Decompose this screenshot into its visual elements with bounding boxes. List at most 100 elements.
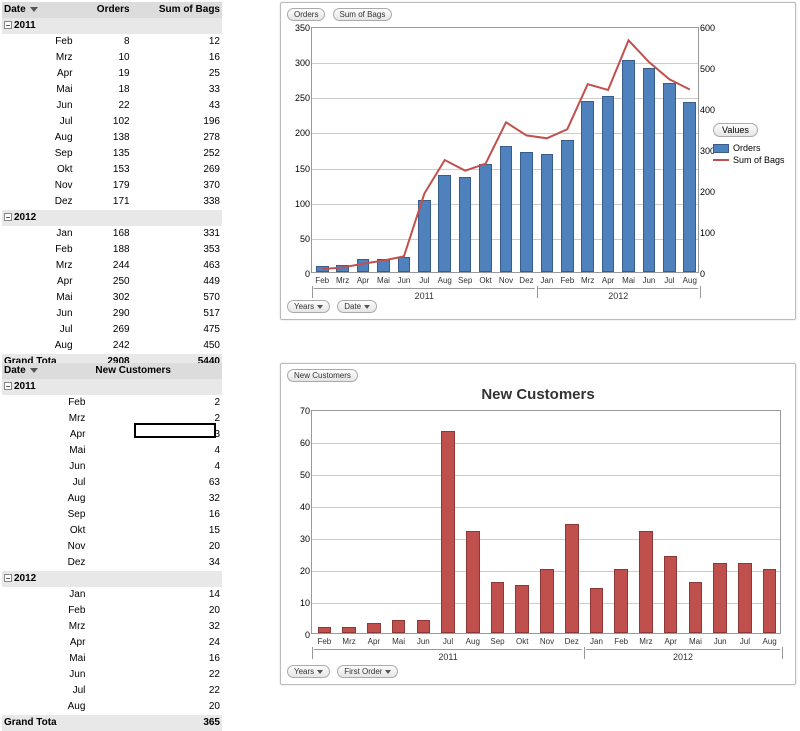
bar: [441, 431, 455, 633]
chart1-top-buttons: Orders Sum of Bags: [285, 5, 394, 24]
bar: [590, 588, 604, 633]
chart-orders: Orders Sum of Bags 050100150200250300350…: [280, 2, 796, 320]
bar: [689, 582, 703, 633]
table-row[interactable]: Jan168331: [2, 226, 222, 242]
bar: [417, 620, 431, 633]
bar: [713, 563, 727, 633]
legend-label-orders: Orders: [733, 143, 761, 153]
table-row[interactable]: Jun22: [2, 667, 222, 683]
filter-button-years[interactable]: Years: [287, 300, 330, 313]
chart1-legend: Values Orders Sum of Bags: [713, 123, 789, 167]
collapse-icon[interactable]: −: [4, 213, 12, 221]
bar: [540, 569, 554, 633]
legend-header[interactable]: Values: [713, 123, 758, 137]
table-row[interactable]: Mai302570: [2, 290, 222, 306]
chart2-top-buttons: New Customers: [285, 366, 360, 385]
selected-cell[interactable]: [134, 423, 216, 438]
table-row[interactable]: Aug32: [2, 491, 222, 507]
table-row[interactable]: Aug138278: [2, 130, 222, 146]
pivot-table-customers: DateNew Customers−2011Feb2Mrz2Apr3Mai4Ju…: [2, 363, 230, 731]
field-button-orders[interactable]: Orders: [287, 8, 325, 21]
bar: [342, 627, 356, 633]
chart-new-customers: New Customers New Customers 010203040506…: [280, 363, 796, 685]
table-row[interactable]: Jun290517: [2, 306, 222, 322]
table-row[interactable]: Mrz244463: [2, 258, 222, 274]
table-row[interactable]: Apr24: [2, 635, 222, 651]
table-row[interactable]: Feb188353: [2, 242, 222, 258]
col-header-sumofbags[interactable]: Sum of Bags: [132, 2, 222, 18]
bar: [614, 569, 628, 633]
bar: [318, 627, 332, 633]
grand-total-row: Grand Tota365: [2, 715, 222, 731]
bar: [639, 531, 653, 633]
year-row[interactable]: −2011: [2, 379, 222, 395]
bar: [738, 563, 752, 633]
bar: [367, 623, 381, 633]
collapse-icon[interactable]: −: [4, 574, 12, 582]
table-row[interactable]: Aug20: [2, 699, 222, 715]
table-row[interactable]: Jun4: [2, 459, 222, 475]
col-header-date[interactable]: Date: [2, 2, 81, 18]
table-row[interactable]: Mai1833: [2, 82, 222, 98]
filter-button-years-2[interactable]: Years: [287, 665, 330, 678]
filter-button-date[interactable]: Date: [337, 300, 377, 313]
table-row[interactable]: Mai4: [2, 443, 222, 459]
chart2-plot-area: 010203040506070FebMrzAprMaiJunJulAugSepO…: [311, 410, 781, 634]
table-row[interactable]: Jun2243: [2, 98, 222, 114]
collapse-icon[interactable]: −: [4, 21, 12, 29]
table-row[interactable]: Jul63: [2, 475, 222, 491]
table-row[interactable]: Dez34: [2, 555, 222, 571]
chevron-down-icon: [317, 305, 323, 309]
bar: [491, 582, 505, 633]
collapse-icon[interactable]: −: [4, 382, 12, 390]
table-row[interactable]: Dez171338: [2, 194, 222, 210]
bar: [565, 524, 579, 633]
table-row[interactable]: Nov20: [2, 539, 222, 555]
table-row[interactable]: Apr1925: [2, 66, 222, 82]
table-row[interactable]: Apr250449: [2, 274, 222, 290]
col-header-newcustomers[interactable]: New Customers: [93, 363, 222, 379]
bar: [392, 620, 406, 633]
table-row[interactable]: Aug242450: [2, 338, 222, 354]
bar: [664, 556, 678, 633]
col-header-date[interactable]: Date: [2, 363, 93, 379]
chevron-down-icon: [385, 670, 391, 674]
bar: [466, 531, 480, 633]
table-row[interactable]: Jul22: [2, 683, 222, 699]
line-sumofbags: [322, 40, 690, 269]
chevron-down-icon: [30, 368, 38, 373]
year-row[interactable]: −2012: [2, 210, 222, 226]
table-row[interactable]: Jul269475: [2, 322, 222, 338]
table-row[interactable]: Feb812: [2, 34, 222, 50]
chevron-down-icon: [30, 7, 38, 12]
legend-swatch-orders: [713, 144, 729, 153]
table-row[interactable]: Mrz1016: [2, 50, 222, 66]
bar: [515, 585, 529, 633]
chart1-bottom-buttons: Years Date: [285, 297, 379, 316]
legend-line-sumofbags: [713, 159, 729, 161]
chevron-down-icon: [364, 305, 370, 309]
field-button-newcustomers[interactable]: New Customers: [287, 369, 358, 382]
year-row[interactable]: −2011: [2, 18, 222, 34]
table-row[interactable]: Sep135252: [2, 146, 222, 162]
chart2-title: New Customers: [281, 386, 795, 403]
chevron-down-icon: [317, 670, 323, 674]
table-row[interactable]: Mrz32: [2, 619, 222, 635]
col-header-orders[interactable]: Orders: [81, 2, 132, 18]
table-row[interactable]: Okt15: [2, 523, 222, 539]
table-row[interactable]: Nov179370: [2, 178, 222, 194]
table-row[interactable]: Mai16: [2, 651, 222, 667]
table-row[interactable]: Feb20: [2, 603, 222, 619]
table-row[interactable]: Jul102196: [2, 114, 222, 130]
filter-button-firstorder[interactable]: First Order: [337, 665, 398, 678]
bar: [763, 569, 777, 633]
chart2-bottom-buttons: Years First Order: [285, 662, 400, 681]
year-row[interactable]: −2012: [2, 571, 222, 587]
table-row[interactable]: Okt153269: [2, 162, 222, 178]
table-row[interactable]: Sep16: [2, 507, 222, 523]
field-button-sumofbags[interactable]: Sum of Bags: [333, 8, 393, 21]
chart1-plot-area: 0501001502002503003500100200300400500600…: [311, 27, 699, 273]
table-row[interactable]: Jan14: [2, 587, 222, 603]
table-row[interactable]: Feb2: [2, 395, 222, 411]
pivot-table-orders: DateOrdersSum of Bags−2011Feb812Mrz1016A…: [2, 2, 230, 370]
